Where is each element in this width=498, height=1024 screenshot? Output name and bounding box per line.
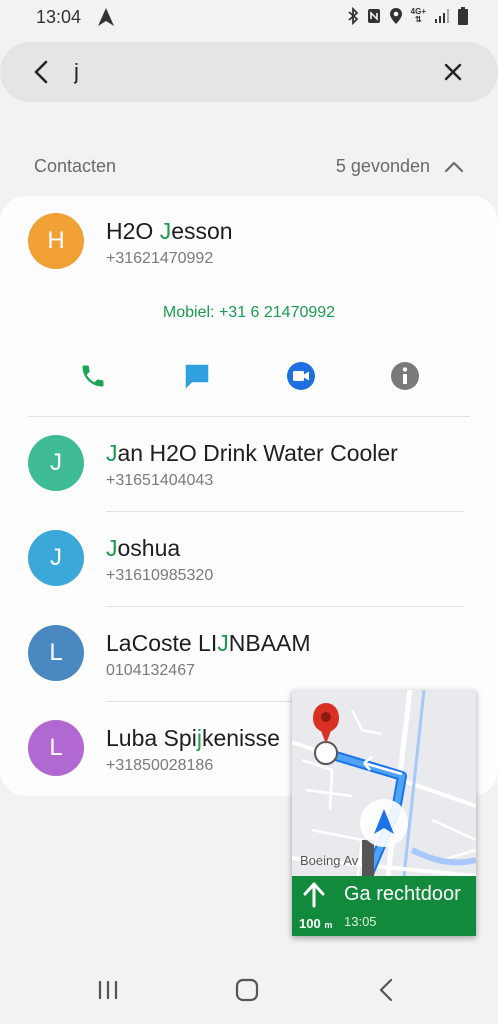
signal-icon — [435, 9, 449, 23]
instruction-text: Ga rechtdoor — [344, 883, 461, 905]
message-button[interactable] — [177, 356, 217, 396]
contact-phone: 0104132467 — [106, 662, 195, 679]
recent-apps-button[interactable] — [88, 974, 128, 1006]
nfc-icon — [367, 9, 380, 23]
back-nav-button[interactable] — [366, 974, 406, 1006]
road-name-label: Boeing Av — [300, 853, 359, 868]
chevron-up-icon — [444, 161, 464, 173]
search-input[interactable] — [74, 56, 414, 88]
video-call-button[interactable] — [281, 356, 321, 396]
info-icon — [391, 362, 419, 390]
avatar: H — [28, 213, 84, 269]
home-button[interactable] — [227, 974, 267, 1006]
battery-icon — [458, 7, 468, 25]
navigation-pip-window[interactable]: Boeing Av 100 m Ga rechtdoor 13:05 — [292, 690, 476, 936]
arrow-up-icon — [303, 882, 325, 908]
status-bar: 13:04 4G+ ⇅ — [0, 0, 498, 34]
results-count: 5 gevonden — [335, 156, 430, 176]
close-icon — [444, 63, 462, 81]
contact-phone: +31651404043 — [106, 472, 214, 489]
contact-name: Joshua — [106, 535, 181, 561]
navigation-instruction-banner: 100 m Ga rechtdoor 13:05 — [292, 876, 476, 936]
system-navigation-bar — [0, 960, 498, 1020]
contact-name: H2O Jesson — [106, 218, 233, 244]
contact-item[interactable]: J Jan H2O Drink Water Cooler +3165140404… — [0, 418, 498, 510]
location-icon — [389, 8, 402, 24]
distance-value: 100 m — [299, 916, 333, 931]
divider — [106, 606, 464, 607]
contact-phone: +31850028186 — [106, 757, 214, 774]
avatar: L — [28, 720, 84, 776]
contact-item[interactable]: J Joshua +31610985320 — [0, 513, 498, 605]
back-button[interactable] — [26, 57, 56, 87]
clear-search-button[interactable] — [438, 57, 468, 87]
chevron-left-icon — [379, 978, 393, 1002]
info-button[interactable] — [385, 356, 425, 396]
bluetooth-icon — [348, 7, 358, 25]
avatar: L — [28, 625, 84, 681]
home-icon — [235, 978, 259, 1002]
status-icons: 4G+ ⇅ — [347, 7, 468, 25]
navigation-arrow-icon — [98, 8, 114, 26]
contact-phone: +31621470992 — [106, 250, 214, 267]
contacts-section-header: Contacten 5 gevonden — [34, 154, 466, 180]
arrow-back-icon — [34, 60, 48, 84]
contact-name: LaCoste LIJNBAAM — [106, 630, 311, 656]
contact-name: Luba Spijkenisse — [106, 725, 280, 751]
contact-actions — [0, 356, 498, 396]
eta-time: 13:05 — [344, 914, 377, 929]
contact-phone: +31610985320 — [106, 567, 214, 584]
data-arrows-icon: ⇅ — [414, 15, 422, 24]
call-button[interactable] — [73, 356, 113, 396]
avatar: J — [28, 530, 84, 586]
search-bar — [0, 42, 498, 102]
mobile-number-link[interactable]: Mobiel: +31 6 21470992 — [0, 304, 498, 322]
section-title: Contacten — [34, 156, 117, 176]
navigation-map — [292, 690, 476, 876]
collapse-section-button[interactable] — [442, 155, 466, 179]
contact-item[interactable]: L LaCoste LIJNBAAM 0104132467 — [0, 608, 498, 700]
divider — [28, 416, 470, 417]
message-icon — [185, 364, 209, 389]
phone-icon — [82, 365, 104, 387]
recent-apps-icon — [98, 981, 118, 999]
contact-item[interactable]: H H2O Jesson +31621470992 — [0, 196, 498, 288]
contact-name: Jan H2O Drink Water Cooler — [106, 440, 398, 466]
network-type: 4G+ ⇅ — [410, 7, 426, 24]
video-icon — [287, 362, 315, 390]
avatar: J — [28, 435, 84, 491]
status-time: 13:04 — [36, 7, 82, 27]
divider — [106, 511, 464, 512]
